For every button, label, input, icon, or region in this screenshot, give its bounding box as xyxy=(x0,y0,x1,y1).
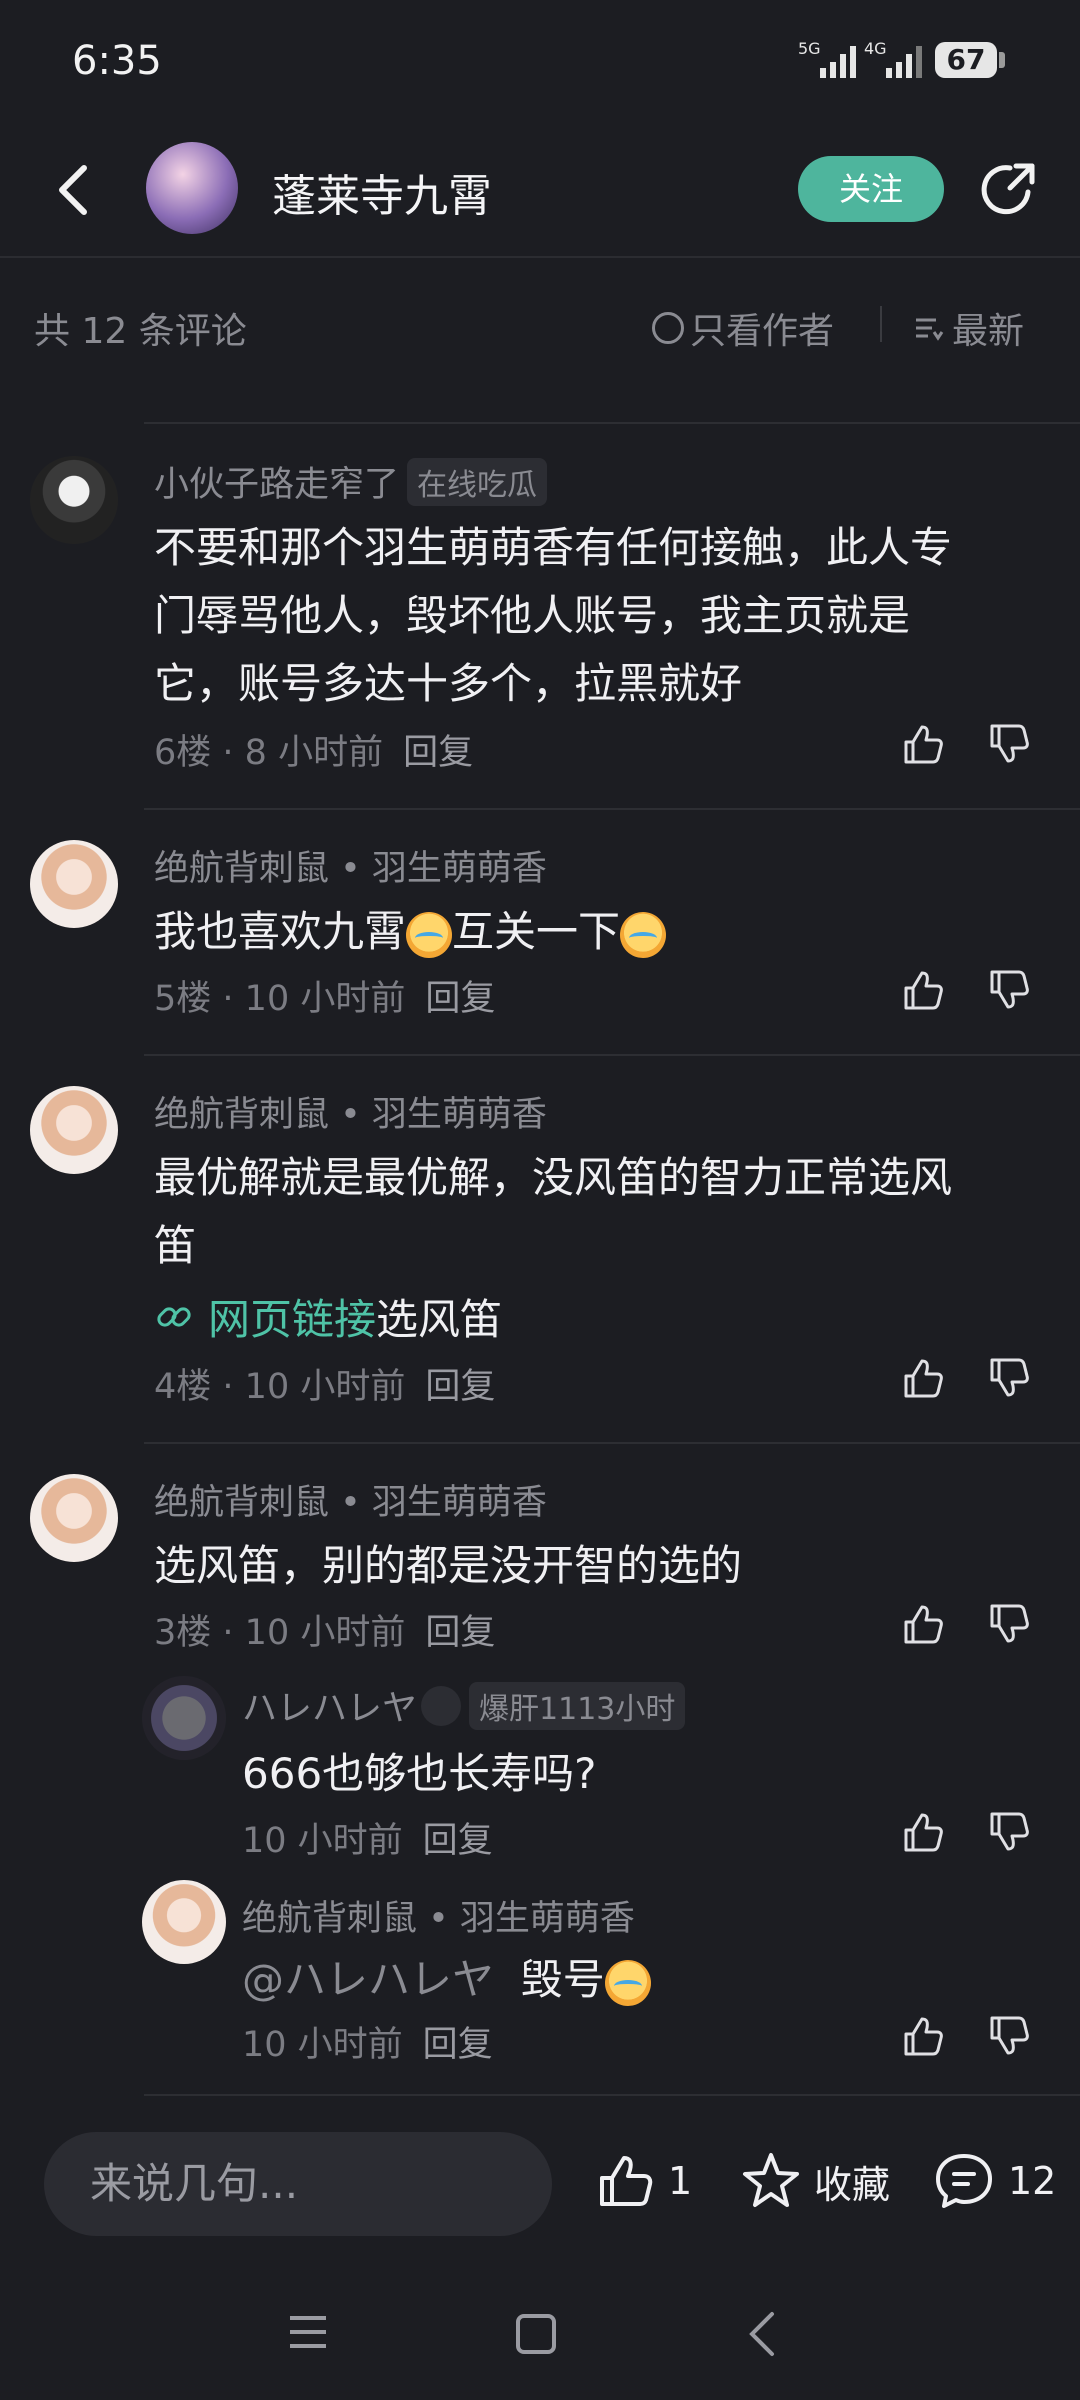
thumbs-up-icon[interactable] xyxy=(900,1356,944,1400)
comment-username[interactable]: 绝航背刺鼠 • 羽生萌萌香 xyxy=(154,840,547,891)
crying-emoji-icon xyxy=(604,1959,651,2006)
follow-button[interactable]: 关注 xyxy=(798,156,944,222)
divider xyxy=(144,1054,1080,1056)
comment-count-label: 共 12 条评论 xyxy=(34,311,247,352)
user-badge: 在线吃瓜 xyxy=(407,457,548,506)
like-button[interactable]: 1 xyxy=(594,2150,692,2212)
reply-button[interactable]: 回复 xyxy=(425,1367,495,1407)
thumbs-down-icon[interactable] xyxy=(986,1810,1030,1854)
share-icon[interactable] xyxy=(976,158,1040,222)
avatar[interactable] xyxy=(30,1474,118,1562)
signal-4g-icon: 4G xyxy=(864,39,922,78)
only-author-label: 只看作者 xyxy=(690,311,835,352)
reply-meta: 10 小时前 回复 xyxy=(242,1821,493,1861)
reply-username[interactable]: 绝航背刺鼠 • 羽生萌萌香 xyxy=(242,1890,635,1941)
sort-button[interactable]: 最新 xyxy=(912,302,1024,354)
reply-button[interactable]: 回复 xyxy=(423,2025,493,2065)
back-arrow-icon[interactable] xyxy=(48,160,98,220)
home-square-icon[interactable] xyxy=(514,2312,558,2356)
divider xyxy=(144,2094,1080,2096)
avatar[interactable] xyxy=(30,1086,118,1174)
divider xyxy=(880,306,882,342)
sort-label: 最新 xyxy=(952,311,1025,352)
reply-meta: 10 小时前 回复 xyxy=(242,2025,493,2065)
signal-5g-icon: 5G xyxy=(798,39,856,78)
comment-username[interactable]: 绝航背刺鼠 • 羽生萌萌香 xyxy=(154,1474,547,1525)
link-icon xyxy=(157,1306,191,1327)
divider xyxy=(144,808,1080,810)
crying-emoji-icon xyxy=(620,911,667,958)
comment-username[interactable]: 小伙子路走窄了 在线吃瓜 xyxy=(154,456,548,507)
divider xyxy=(144,422,1080,424)
svg-text:5G: 5G xyxy=(798,39,821,58)
thumbs-up-icon[interactable] xyxy=(900,1602,944,1646)
comment-text: 不要和那个羽生萌萌香有任何接触，此人专 门辱骂他人，毁坏他人账号，我主页就是 它… xyxy=(154,523,953,708)
mention-link[interactable]: @ハレハレヤ xyxy=(242,1955,494,2004)
reply-button[interactable]: 回复 xyxy=(403,733,473,773)
comment-input[interactable]: 来说几句... xyxy=(44,2132,552,2236)
star-icon xyxy=(743,2153,799,2207)
thumbs-up-icon[interactable] xyxy=(900,968,944,1012)
battery-icon: 67 xyxy=(935,42,1005,78)
status-time: 6:35 xyxy=(72,38,162,84)
reply-text: @ハレハレヤ 毁号 xyxy=(242,1946,1042,2014)
comment-meta: 5楼 · 10 小时前 回复 xyxy=(154,979,496,1019)
comments-button[interactable]: 12 xyxy=(932,2150,1056,2212)
menu-icon[interactable] xyxy=(286,2310,330,2354)
user-badge: 爆肝1113小时 xyxy=(469,1681,686,1730)
comment-meta: 3楼 · 10 小时前 回复 xyxy=(154,1613,496,1653)
reply-button[interactable]: 回复 xyxy=(425,1613,495,1653)
reply-username[interactable]: ハレハレヤ 爆肝1113小时 xyxy=(242,1680,686,1731)
reply-button[interactable]: 回复 xyxy=(423,1821,493,1861)
thumbs-up-icon[interactable] xyxy=(900,722,944,766)
nav-back-icon[interactable] xyxy=(742,2310,782,2358)
avatar[interactable] xyxy=(30,840,118,928)
sort-list-icon xyxy=(916,318,944,341)
web-link[interactable]: 网页链接 选风笛 xyxy=(154,1286,502,1347)
comment-username[interactable]: 绝航背刺鼠 • 羽生萌萌香 xyxy=(154,1086,547,1137)
reply-button[interactable]: 回复 xyxy=(425,979,495,1019)
status-bar: 6:35 5G 4G 67 xyxy=(0,0,1080,120)
thumbs-up-icon xyxy=(600,2156,653,2206)
thumbs-down-icon[interactable] xyxy=(986,722,1030,766)
crying-emoji-icon xyxy=(406,911,453,958)
radio-circle-icon xyxy=(652,312,684,344)
svg-text:4G: 4G xyxy=(864,39,887,58)
author-avatar[interactable] xyxy=(146,142,238,234)
comment-text: 我也喜欢九霄 互关一下 xyxy=(154,898,1054,966)
only-author-toggle[interactable]: 只看作者 xyxy=(652,302,834,354)
sticker-icon xyxy=(421,1685,462,1726)
comment-meta: 4楼 · 10 小时前 回复 xyxy=(154,1367,496,1407)
reply-text: 666也够也长寿吗? xyxy=(242,1749,597,1798)
favorite-button[interactable]: 收藏 xyxy=(740,2150,890,2212)
divider xyxy=(144,1442,1080,1444)
avatar[interactable] xyxy=(142,1880,226,1964)
thumbs-down-icon[interactable] xyxy=(986,968,1030,1012)
avatar[interactable] xyxy=(142,1676,226,1760)
comment-meta: 6楼 · 8 小时前 回复 xyxy=(154,733,474,773)
page-title[interactable]: 蓬莱寺九霄 xyxy=(272,160,492,224)
thumbs-down-icon[interactable] xyxy=(986,2014,1030,2058)
comment-text: 最优解就是最优解，没风笛的智力正常选风 笛 xyxy=(154,1153,953,1270)
thumbs-down-icon[interactable] xyxy=(986,1602,1030,1646)
thumbs-up-icon[interactable] xyxy=(900,1810,944,1854)
comment-bubble-icon xyxy=(936,2154,992,2208)
thumbs-down-icon[interactable] xyxy=(986,1356,1030,1400)
avatar[interactable] xyxy=(30,456,118,544)
comment-text: 选风笛，别的都是没开智的选的 xyxy=(154,1541,743,1590)
thumbs-up-icon[interactable] xyxy=(900,2014,944,2058)
